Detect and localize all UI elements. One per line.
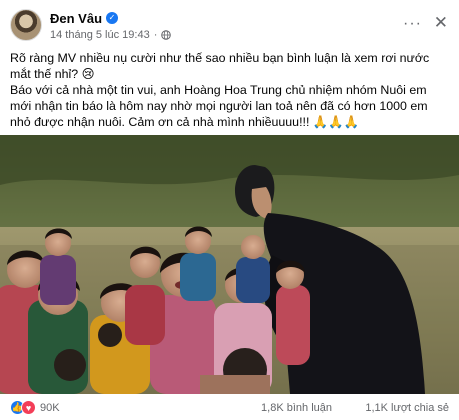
post-text-line: Rõ ràng MV nhiều nụ cười như thế sao nhi… [10,51,430,81]
facebook-post: Đen Vâu ✓ 14 tháng 5 lúc 19:43 · ··· ✕ R… [0,0,459,420]
author-name[interactable]: Đen Vâu [50,11,102,26]
post-header: Đen Vâu ✓ 14 tháng 5 lúc 19:43 · ··· ✕ [10,9,450,43]
post-body: Rõ ràng MV nhiều nụ cười như thế sao nhi… [10,50,450,130]
post-photo[interactable] [0,135,459,394]
love-icon: ♥ [21,400,36,415]
author-row: Đen Vâu ✓ [50,10,119,26]
meta-separator: · [153,29,158,41]
verified-check-icon: ✓ [106,12,119,24]
globe-icon [161,30,172,40]
post-text-line: Báo với cả nhà một tin vui, anh Hoàng Ho… [10,83,428,129]
photo-children-and-man-icon [0,135,459,394]
shares-count[interactable]: 1,1K lượt chia sẻ [365,402,449,414]
close-button[interactable]: ✕ [434,13,448,33]
reactions-summary[interactable]: 👍 ♥ 90K [10,400,60,415]
more-options-button[interactable]: ··· [403,15,422,33]
post-meta: 14 tháng 5 lúc 19:43 · [50,28,172,42]
comments-count[interactable]: 1,8K bình luận [261,402,332,414]
reactions-count: 90K [40,401,60,414]
post-stats: 👍 ♥ 90K 1,8K bình luận 1,1K lượt chia sẻ [0,396,459,420]
post-timestamp[interactable]: 14 tháng 5 lúc 19:43 [50,29,150,41]
author-avatar[interactable] [10,9,42,41]
